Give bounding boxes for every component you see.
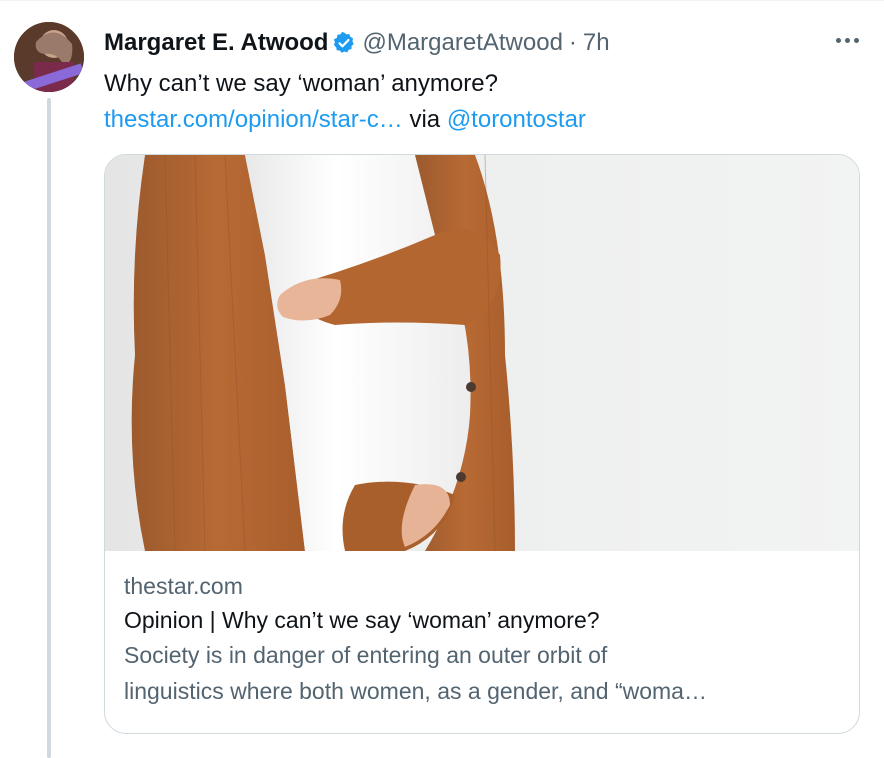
- tweet-header: Margaret E. Atwood @MargaretAtwood · 7h: [104, 26, 610, 60]
- card-title: Opinion | Why can’t we say ‘woman’ anymo…: [124, 607, 600, 633]
- top-divider: [0, 0, 884, 1]
- author-display-name[interactable]: Margaret E. Atwood: [104, 29, 328, 57]
- card-meta: thestar.com Opinion | Why can’t we say ‘…: [124, 569, 844, 709]
- verified-badge-icon: [332, 31, 356, 55]
- via-text: via: [402, 106, 447, 133]
- card-description-line: linguistics where both women, as a gende…: [124, 678, 707, 704]
- card-description-line: Society is in danger of entering an oute…: [124, 642, 608, 668]
- link-preview-card[interactable]: thestar.com Opinion | Why can’t we say ‘…: [104, 154, 860, 734]
- author-avatar[interactable]: [14, 22, 84, 92]
- thread-connector-line: [47, 98, 51, 758]
- more-options-icon[interactable]: [832, 30, 862, 50]
- card-image: [105, 155, 859, 551]
- author-handle[interactable]: @MargaretAtwood: [362, 29, 562, 57]
- mention-link[interactable]: @torontostar: [447, 106, 586, 133]
- avatar-image: [14, 22, 84, 92]
- tweet-text: Why can’t we say ‘woman’ anymore? thesta…: [104, 66, 586, 138]
- tweet-timestamp[interactable]: 7h: [583, 29, 610, 57]
- card-domain: thestar.com: [124, 573, 243, 599]
- tweet-links-line: thestar.com/opinion/star-c… via @toronto…: [104, 102, 586, 138]
- tweet-text-line: Why can’t we say ‘woman’ anymore?: [104, 70, 498, 97]
- article-link[interactable]: thestar.com/opinion/star-c…: [104, 106, 403, 133]
- header-separator: ·: [568, 29, 577, 56]
